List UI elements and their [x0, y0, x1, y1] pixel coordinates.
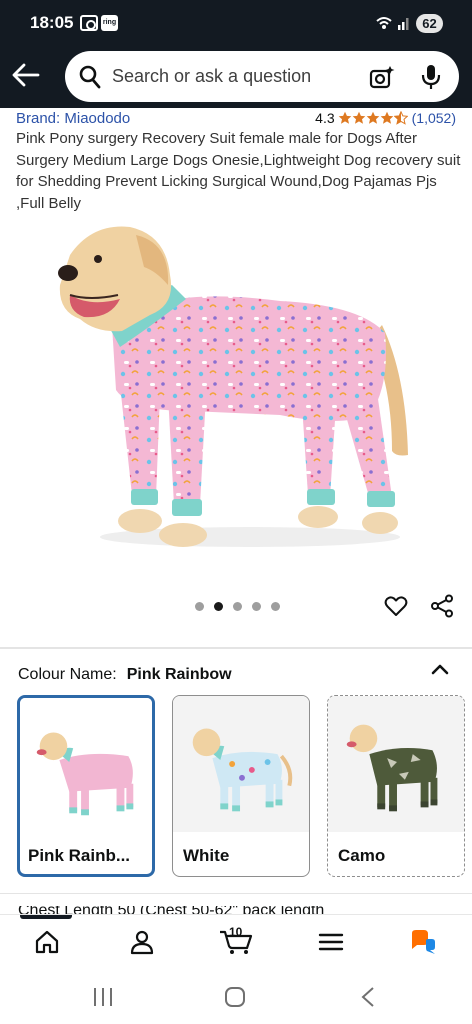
search-input[interactable] [112, 51, 362, 102]
carousel-dot-active[interactable] [214, 602, 223, 611]
account-icon[interactable] [129, 929, 155, 955]
carousel-dot[interactable] [233, 602, 242, 611]
home-button-icon[interactable] [224, 986, 246, 1008]
colour-selected-value: Pink Rainbow [126, 666, 232, 683]
microphone-icon[interactable] [421, 64, 441, 90]
carousel-dot[interactable] [252, 602, 261, 611]
star-full-icon [380, 111, 393, 124]
cart-count: 10 [229, 925, 243, 939]
menu-icon[interactable] [318, 929, 344, 955]
screenshot-icon [80, 15, 98, 31]
recent-apps-icon[interactable] [92, 986, 114, 1008]
colour-name-label: Colour Name: [18, 666, 117, 683]
review-count-link[interactable]: (1,052) [412, 110, 456, 126]
rating-value: 4.3 [315, 110, 335, 126]
ring-app-icon: ring [101, 15, 118, 31]
bottom-navigation: 10 [0, 914, 472, 970]
swatch-label: Pink Rainb... [28, 846, 131, 865]
swatch-label: Camo [338, 846, 386, 865]
star-full-icon [352, 111, 365, 124]
product-title: Pink Pony surgery Recovery Suit female m… [16, 130, 461, 212]
swatch-image-camo-dog [328, 696, 464, 832]
rufus-assistant-icon[interactable] [410, 929, 436, 955]
back-button-icon[interactable] [360, 986, 376, 1008]
colour-swatch-camo[interactable]: Camo [327, 695, 465, 877]
carousel-dot[interactable] [195, 602, 204, 611]
system-navigation-bar [0, 970, 472, 1024]
battery-indicator: 62 [416, 14, 443, 33]
search-icon [79, 65, 101, 89]
colour-swatch-white[interactable]: White [172, 695, 310, 877]
star-rating [338, 111, 408, 125]
star-full-icon [338, 111, 351, 124]
swatch-label: White [183, 846, 230, 865]
rating-summary[interactable]: 4.3 (1,052) [315, 110, 456, 126]
section-divider [0, 647, 472, 649]
home-icon[interactable] [34, 929, 60, 955]
heart-icon[interactable] [384, 594, 408, 618]
product-main-image[interactable] [40, 215, 440, 560]
cart-button[interactable]: 10 [219, 925, 253, 955]
active-tab-indicator [20, 915, 72, 919]
brand-link[interactable]: Brand: Miaododo [16, 110, 130, 127]
section-divider [0, 893, 472, 894]
carousel-dot[interactable] [271, 602, 280, 611]
search-bar[interactable] [65, 51, 459, 102]
top-header: 18:05 ring 62 [0, 0, 472, 108]
star-half-icon [393, 111, 408, 125]
back-arrow-icon[interactable] [10, 62, 40, 88]
image-carousel-dots[interactable] [195, 602, 280, 611]
share-icon[interactable] [430, 594, 454, 618]
wifi-signal-icon [376, 17, 409, 30]
colour-name-row: Colour Name: Pink Rainbow [18, 666, 232, 684]
status-time: 18:05 [30, 13, 74, 32]
camera-lens-icon[interactable] [369, 65, 395, 89]
swatch-image-pink-dog [20, 698, 152, 834]
star-full-icon [366, 111, 379, 124]
swatch-image-white-dog [173, 696, 309, 832]
colour-swatch-pink-rainbow[interactable]: Pink Rainb... [17, 695, 155, 877]
chevron-up-icon[interactable] [430, 662, 450, 676]
